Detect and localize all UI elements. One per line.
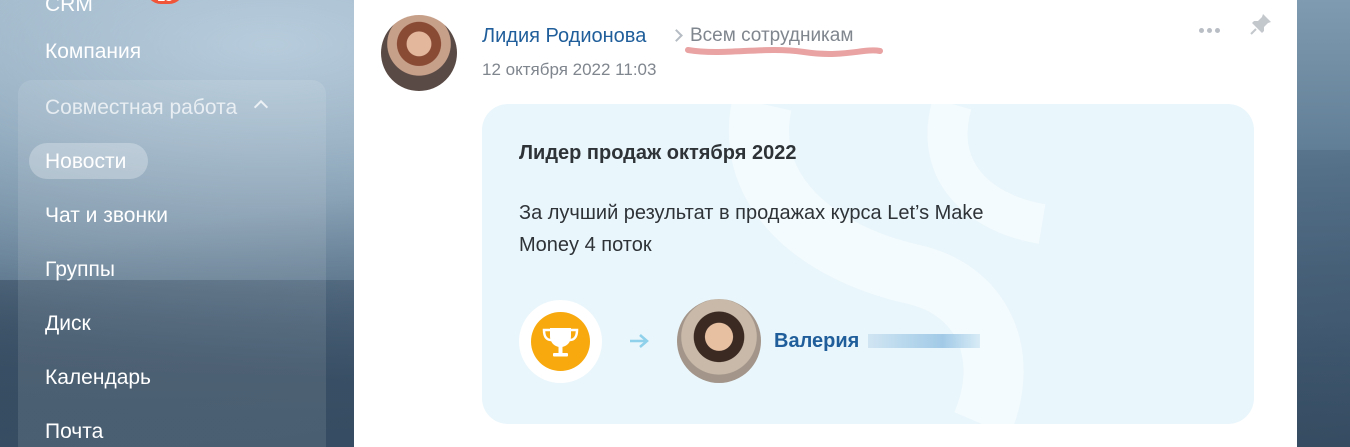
sidebar-item-crm[interactable]: CRM 18	[45, 0, 184, 16]
gratitude-text: За лучший результат в продажах курса Let…	[519, 202, 984, 256]
recipient-avatar[interactable]	[677, 299, 761, 383]
sidebar-item-company[interactable]: Компания	[45, 41, 141, 62]
gratitude-title: Лидер продаж октября 2022	[519, 142, 797, 164]
gratitude-block: Лидер продаж октября 2022 За лучший резу…	[482, 104, 1254, 424]
redacted-surname	[868, 334, 980, 348]
news-post-card: Лидия Родионова Всем сотрудникам 12 октя…	[354, 0, 1297, 447]
sidebar-item-news[interactable]: Новости	[45, 151, 126, 172]
sidebar-item-chat[interactable]: Чат и звонки	[45, 205, 168, 226]
post-date: 12 октября 2022 11:03	[482, 60, 657, 79]
handwritten-underline-mark	[685, 47, 883, 57]
trophy-icon	[531, 312, 590, 371]
crm-counter-badge: 18	[146, 0, 184, 4]
pin-icon[interactable]	[1249, 12, 1273, 36]
left-sidebar: CRM 18 Компания Совместная работа Новост…	[0, 0, 354, 447]
recipient-name-link[interactable]: Валерия	[774, 330, 859, 353]
arrow-right-icon	[630, 334, 649, 348]
trophy-badge	[519, 300, 602, 383]
sidebar-item-groups[interactable]: Группы	[45, 259, 115, 280]
sidebar-item-mail[interactable]: Почта	[45, 421, 103, 442]
author-avatar[interactable]	[381, 15, 457, 91]
more-icon[interactable]	[1199, 20, 1229, 33]
post-author-link[interactable]: Лидия Родионова	[482, 25, 646, 48]
sidebar-item-calendar[interactable]: Календарь	[45, 367, 151, 388]
sidebar-item-disk[interactable]: Диск	[45, 313, 91, 334]
sidebar-group-header-collaboration[interactable]: Совместная работа	[45, 97, 237, 118]
sidebar-item-label: CRM	[45, 0, 93, 16]
chevron-right-icon	[670, 29, 683, 42]
